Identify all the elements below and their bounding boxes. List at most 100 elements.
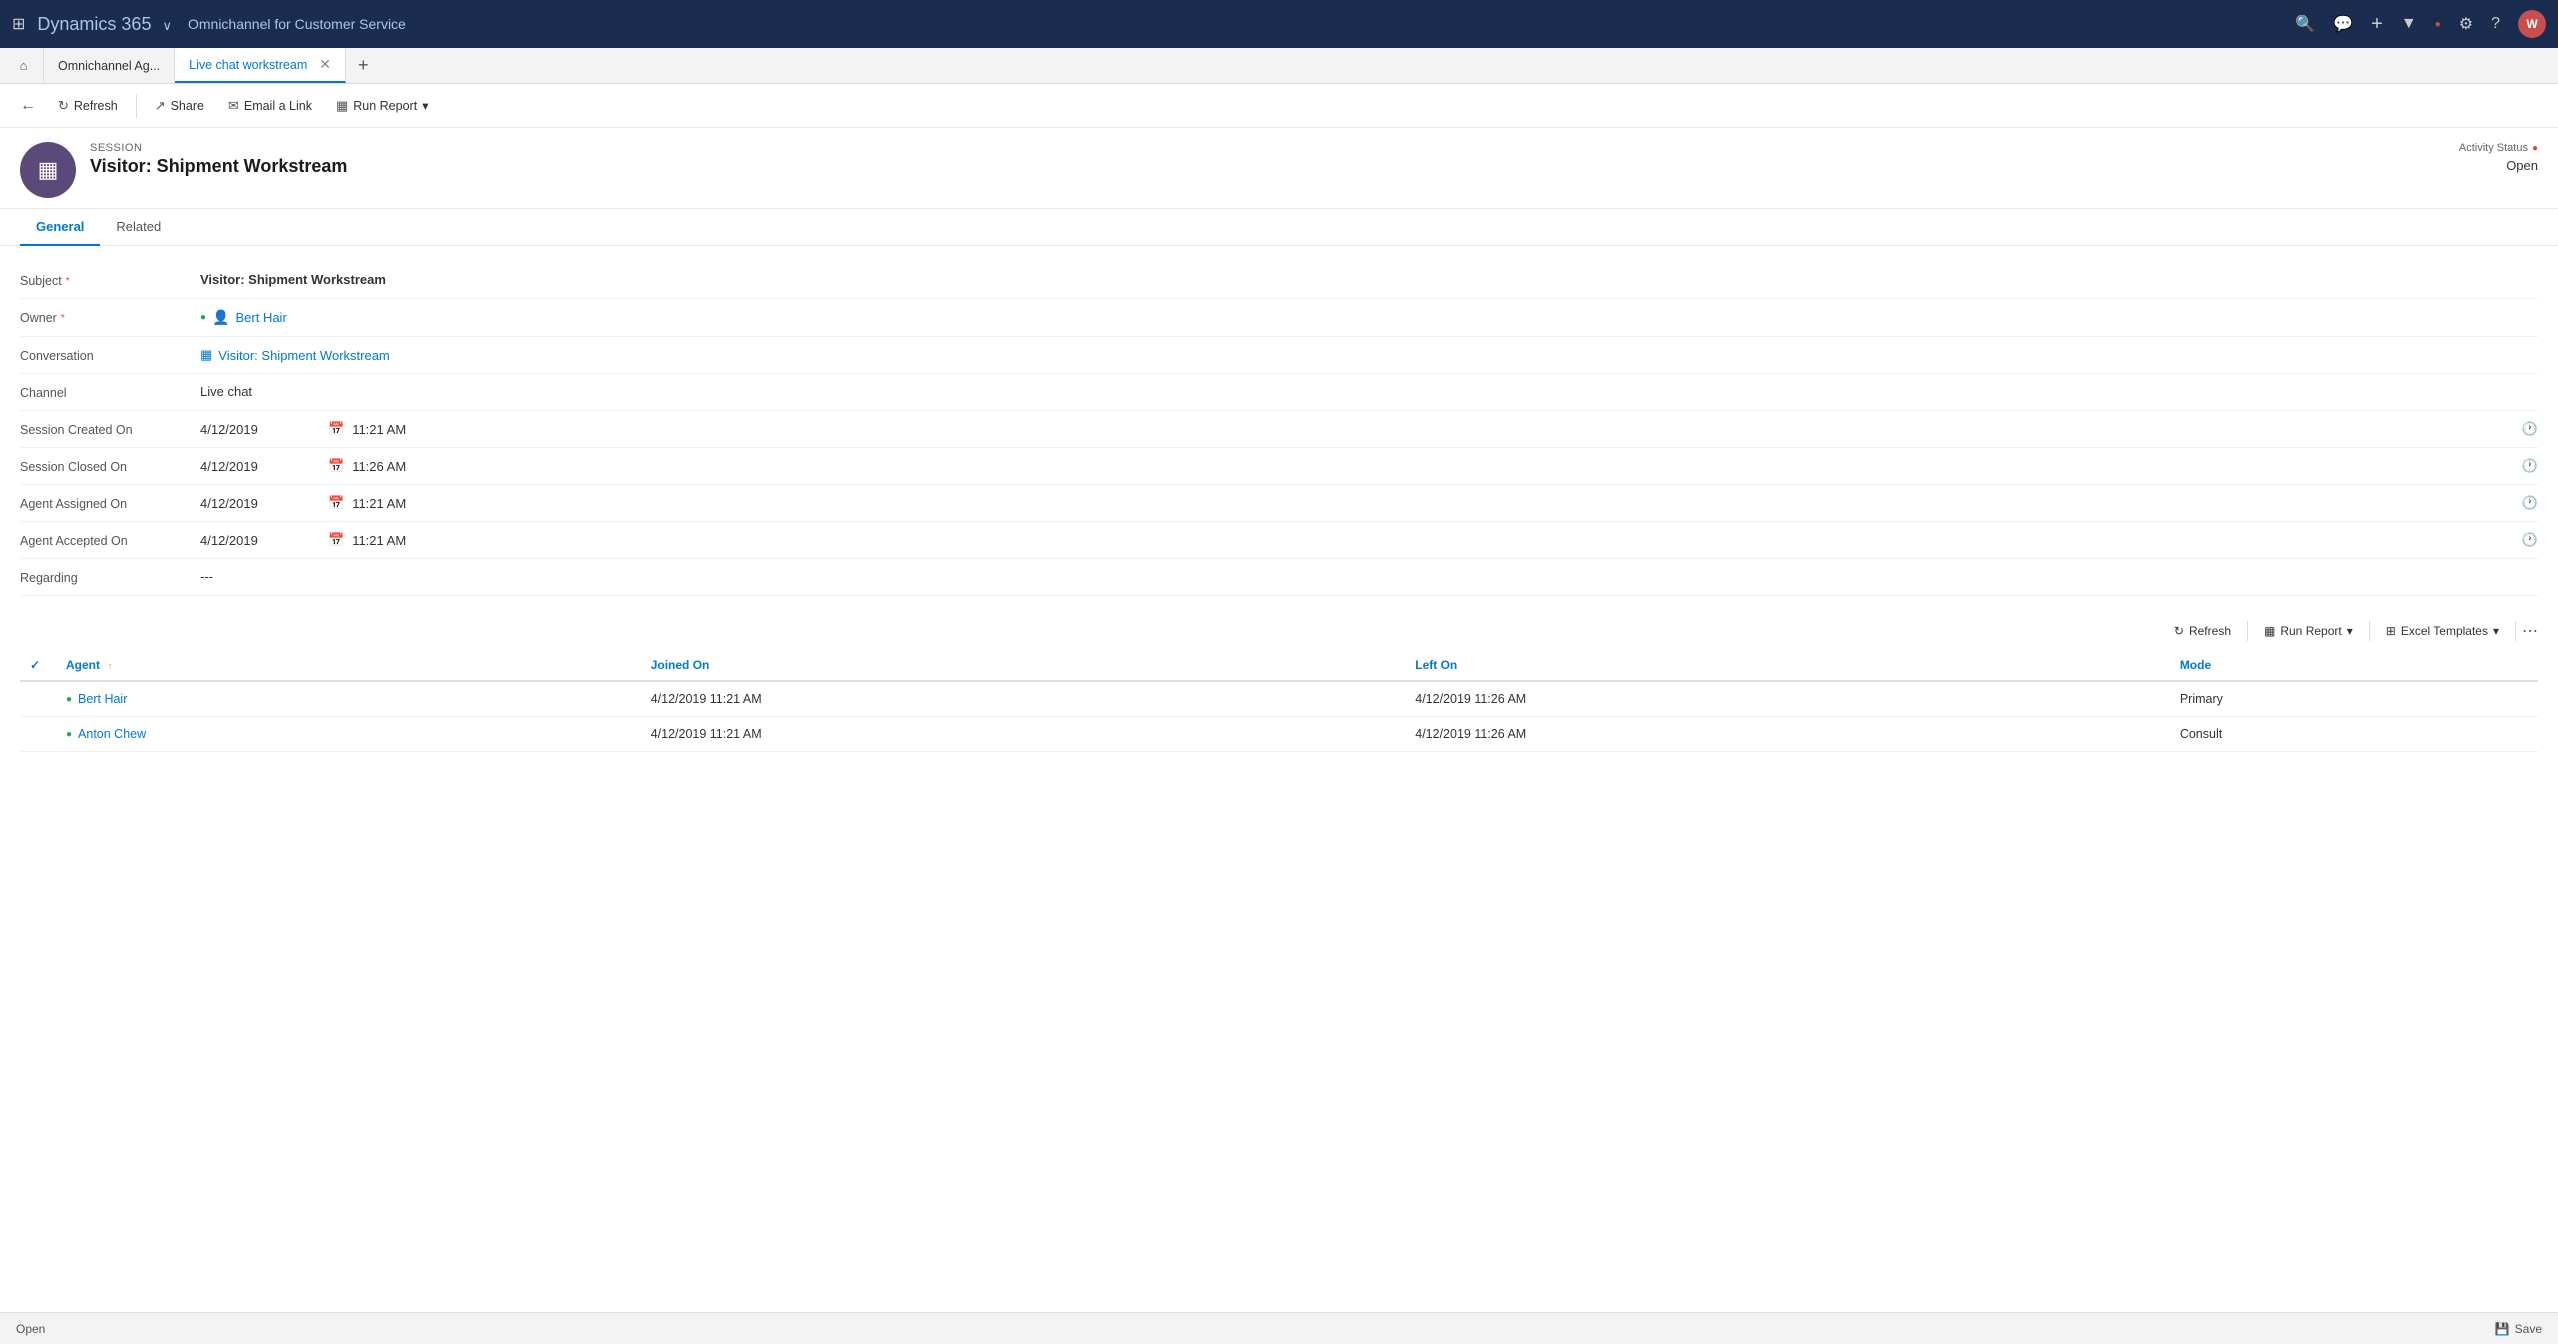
col-mode-label: Mode xyxy=(2180,658,2211,672)
session-created-value: 4/12/2019 📅 11:21 AM 🕐 xyxy=(200,421,2538,437)
tab-general[interactable]: General xyxy=(20,209,100,246)
agent-assigned-time[interactable]: 11:21 AM xyxy=(352,496,432,511)
email-link-button[interactable]: ✉ Email a Link xyxy=(218,94,322,118)
conversation-link[interactable]: ▦ Visitor: Shipment Workstream xyxy=(200,347,2538,363)
col-agent[interactable]: Agent ↑ xyxy=(56,650,641,681)
save-button[interactable]: 💾 Save xyxy=(2495,1322,2542,1336)
owner-name-link[interactable]: Bert Hair xyxy=(235,310,286,325)
form-row-owner: Owner * ● 👤 Bert Hair xyxy=(20,299,2538,337)
row1-mode: Primary xyxy=(2170,681,2538,717)
back-button[interactable]: ← xyxy=(12,93,44,119)
form-section: Subject * Visitor: Shipment Workstream O… xyxy=(0,246,2558,612)
row1-check[interactable] xyxy=(20,681,56,717)
table-check-header[interactable]: ✓ xyxy=(20,650,56,681)
share-icon: ↗ xyxy=(155,98,166,114)
sub-excel-button[interactable]: ⊞ Excel Templates ▾ xyxy=(2376,620,2509,642)
col-agent-sort-icon[interactable]: ↑ xyxy=(107,661,112,672)
agent-accepted-date[interactable]: 4/12/2019 xyxy=(200,533,320,548)
regarding-value[interactable]: --- xyxy=(200,569,2538,584)
chat-icon[interactable]: 💬 xyxy=(2333,14,2353,34)
conversation-label: Conversation xyxy=(20,347,200,363)
sub-report-label: Run Report xyxy=(2280,624,2341,638)
session-closed-datetime: 4/12/2019 📅 11:26 AM 🕐 xyxy=(200,458,2538,474)
activity-status-label: Activity Status ● xyxy=(2459,142,2538,154)
subject-value[interactable]: Visitor: Shipment Workstream xyxy=(200,272,2538,287)
session-closed-date[interactable]: 4/12/2019 xyxy=(200,459,320,474)
agent-assigned-cal-icon[interactable]: 📅 xyxy=(328,495,344,511)
status-bar: Open 💾 Save xyxy=(0,1312,2558,1344)
channel-value: Live chat xyxy=(200,384,2538,399)
col-left-on[interactable]: Left On xyxy=(1405,650,2170,681)
sub-run-report-button[interactable]: ▦ Run Report ▾ xyxy=(2254,620,2363,642)
help-icon[interactable]: ? xyxy=(2491,15,2500,33)
page-header: ▦ SESSION Visitor: Shipment Workstream A… xyxy=(0,128,2558,209)
sub-more-icon[interactable]: ⋯ xyxy=(2522,621,2538,641)
activity-status-value[interactable]: Open xyxy=(2459,158,2538,173)
row2-joined-on: 4/12/2019 11:21 AM xyxy=(641,717,1406,752)
toolbar: ← ↻ Refresh ↗ Share ✉ Email a Link ▦ Run… xyxy=(0,84,2558,128)
row2-left-on: 4/12/2019 11:26 AM xyxy=(1405,717,2170,752)
owner-label: Owner * xyxy=(20,309,200,325)
sub-refresh-icon: ↻ xyxy=(2174,624,2184,638)
owner-person-icon: 👤 xyxy=(212,309,229,326)
report-icon: ▦ xyxy=(336,98,348,114)
row1-left-on: 4/12/2019 11:26 AM xyxy=(1405,681,2170,717)
row1-agent-name[interactable]: ● Bert Hair xyxy=(66,692,631,706)
tab-omnichannel[interactable]: Omnichannel Ag... xyxy=(44,48,175,83)
conversation-link-text[interactable]: Visitor: Shipment Workstream xyxy=(218,348,389,363)
session-created-cal-icon[interactable]: 📅 xyxy=(328,421,344,437)
user-avatar[interactable]: W xyxy=(2518,10,2546,38)
row2-agent-name-text[interactable]: Anton Chew xyxy=(78,727,146,741)
sub-toolbar-sep-1 xyxy=(2247,621,2248,641)
agent-assigned-clock-icon[interactable]: 🕐 xyxy=(2522,495,2538,511)
row1-agent: ● Bert Hair xyxy=(56,681,641,717)
col-mode[interactable]: Mode xyxy=(2170,650,2538,681)
session-closed-time[interactable]: 11:26 AM xyxy=(352,459,432,474)
session-created-clock-icon[interactable]: 🕐 xyxy=(2522,421,2538,437)
row2-agent: ● Anton Chew xyxy=(56,717,641,752)
sub-refresh-label: Refresh xyxy=(2189,624,2231,638)
search-icon[interactable]: 🔍 xyxy=(2295,14,2315,34)
col-joined-on[interactable]: Joined On xyxy=(641,650,1406,681)
session-closed-cal-icon[interactable]: 📅 xyxy=(328,458,344,474)
refresh-label: Refresh xyxy=(74,99,118,113)
agent-assigned-date[interactable]: 4/12/2019 xyxy=(200,496,320,511)
form-row-channel: Channel Live chat xyxy=(20,374,2538,411)
settings-icon[interactable]: ⚙ xyxy=(2459,14,2473,34)
tab-add-button[interactable]: + xyxy=(346,48,381,83)
share-button[interactable]: ↗ Share xyxy=(145,94,214,118)
row2-check[interactable] xyxy=(20,717,56,752)
conversation-icon: ▦ xyxy=(200,347,212,363)
session-created-datetime: 4/12/2019 📅 11:21 AM 🕐 xyxy=(200,421,2538,437)
agent-accepted-time[interactable]: 11:21 AM xyxy=(352,533,432,548)
add-icon[interactable]: + xyxy=(2371,13,2383,36)
run-report-button[interactable]: ▦ Run Report ▾ xyxy=(326,94,439,118)
email-icon: ✉ xyxy=(228,98,239,114)
agent-accepted-cal-icon[interactable]: 📅 xyxy=(328,532,344,548)
home-tab[interactable]: ⌂ xyxy=(4,48,44,83)
col-joined-label: Joined On xyxy=(651,658,710,672)
title-caret[interactable]: ∨ xyxy=(162,18,172,33)
session-created-time[interactable]: 11:21 AM xyxy=(352,422,432,437)
filter-icon[interactable]: ▼ xyxy=(2401,15,2417,33)
row1-agent-name-text[interactable]: Bert Hair xyxy=(78,692,127,706)
owner-display: ● 👤 Bert Hair xyxy=(200,309,2538,326)
row2-agent-dot: ● xyxy=(66,729,72,740)
tab-close-icon[interactable]: ✕ xyxy=(319,56,331,73)
row2-mode: Consult xyxy=(2170,717,2538,752)
session-created-date[interactable]: 4/12/2019 xyxy=(200,422,320,437)
agent-assigned-datetime: 4/12/2019 📅 11:21 AM 🕐 xyxy=(200,495,2538,511)
session-closed-clock-icon[interactable]: 🕐 xyxy=(2522,458,2538,474)
sub-excel-caret-icon: ▾ xyxy=(2493,624,2499,638)
agent-accepted-datetime: 4/12/2019 📅 11:21 AM 🕐 xyxy=(200,532,2538,548)
sub-refresh-button[interactable]: ↻ Refresh xyxy=(2164,620,2241,642)
refresh-icon: ↻ xyxy=(58,98,69,114)
toolbar-separator-1 xyxy=(136,94,137,118)
agent-accepted-clock-icon[interactable]: 🕐 xyxy=(2522,532,2538,548)
row2-agent-name[interactable]: ● Anton Chew xyxy=(66,727,631,741)
grid-menu-icon[interactable]: ⊞ xyxy=(12,14,25,34)
sub-toolbar: ↻ Refresh ▦ Run Report ▾ ⊞ Excel Templat… xyxy=(20,612,2538,650)
refresh-button[interactable]: ↻ Refresh xyxy=(48,94,128,118)
tab-related[interactable]: Related xyxy=(100,209,177,246)
tab-live-chat[interactable]: Live chat workstream ✕ xyxy=(175,48,346,83)
